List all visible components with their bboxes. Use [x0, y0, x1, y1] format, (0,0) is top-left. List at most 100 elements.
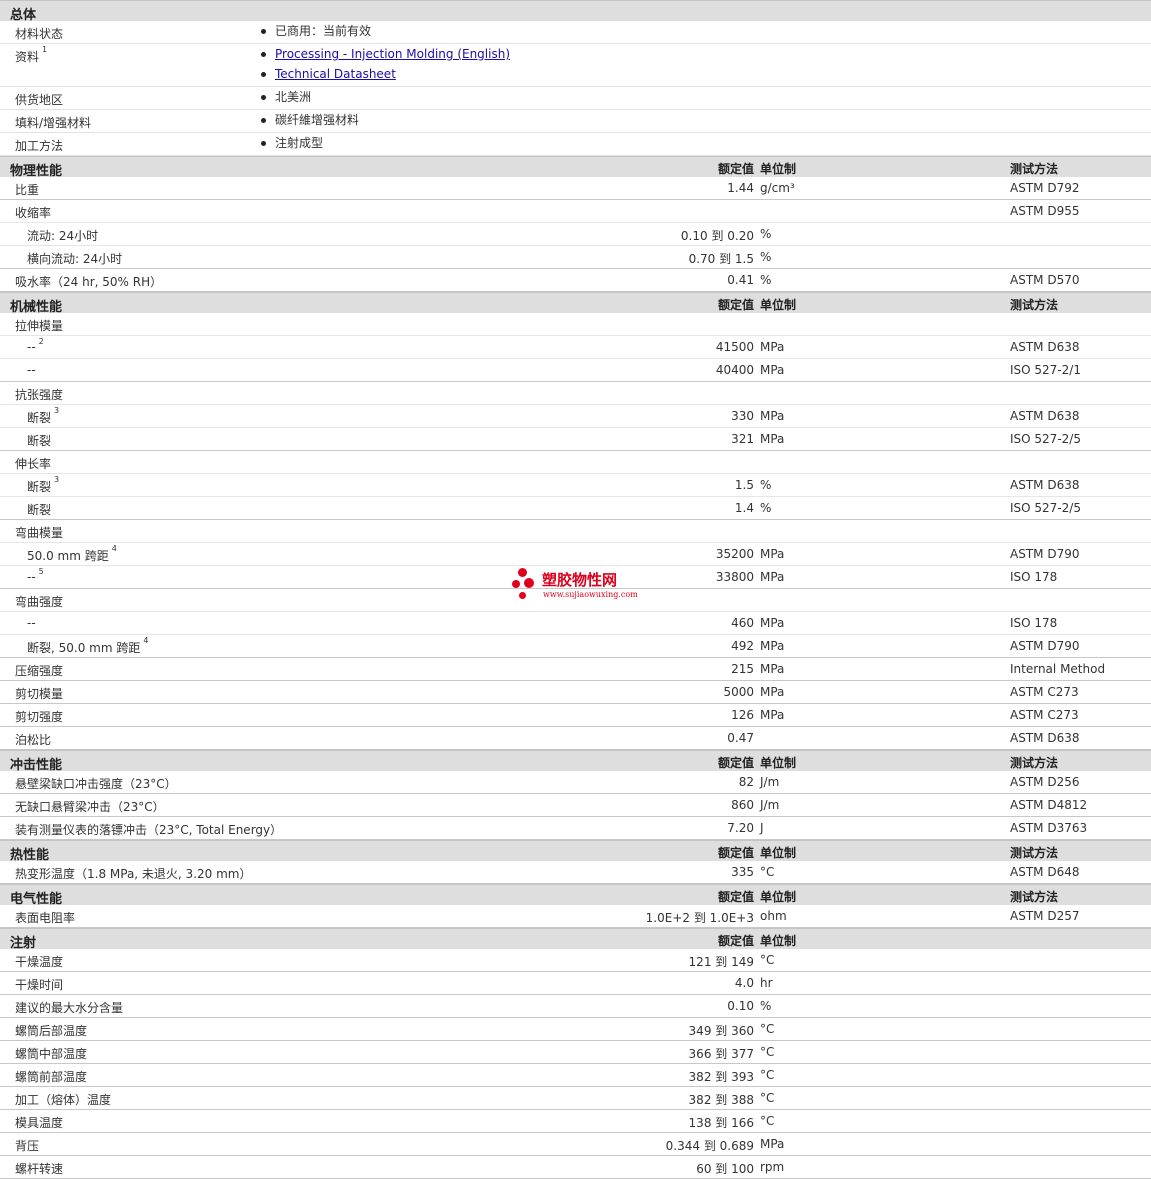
- property-value: 860: [731, 798, 754, 812]
- column-header-method: 测试方法: [1010, 756, 1059, 770]
- general-label-text: 加工方法: [15, 139, 64, 153]
- property-value: 460: [731, 616, 754, 630]
- column-header-method: 测试方法: [1010, 298, 1059, 312]
- column-header-unit: 单位制: [760, 756, 797, 770]
- column-header-unit: 单位制: [760, 298, 797, 312]
- general-label-text: 供货地区: [15, 93, 64, 107]
- property-row: -- 40400 MPa ISO 527-2/1: [0, 359, 1151, 382]
- test-method: ASTM D257: [1010, 909, 1080, 923]
- section-header: 注射 额定值 单位制: [0, 928, 1151, 951]
- property-label: 螺杆转速: [15, 1160, 63, 1177]
- property-label: 干燥时间: [15, 976, 63, 993]
- property-value: 492: [731, 639, 754, 653]
- general-values: 已商用：当前有效: [259, 21, 371, 41]
- property-label-text: 弯曲强度: [15, 595, 64, 609]
- test-method: ASTM C273: [1010, 685, 1079, 699]
- property-unit: %: [760, 478, 772, 492]
- property-unit: ohm: [760, 909, 787, 923]
- property-value: 382 到 393: [688, 1070, 754, 1084]
- property-value: 215: [731, 662, 754, 676]
- section-header: 电气性能 额定值 单位制 测试方法: [0, 884, 1151, 907]
- property-label-text: 断裂: [27, 411, 52, 425]
- test-method: ASTM D790: [1010, 547, 1080, 561]
- property-label-text: 收缩率: [15, 206, 52, 220]
- property-unit: MPa: [760, 409, 785, 423]
- property-value: 0.41: [727, 273, 754, 287]
- property-unit: °C: [760, 1091, 775, 1105]
- property-sections: 物理性能 额定值 单位制 测试方法 比重 1.44 g/cm³ ASTM D792 收缩率 AST…: [0, 156, 1151, 1179]
- property-value: 60 到 100: [696, 1162, 754, 1176]
- footnote-marker: 3: [54, 406, 60, 415]
- property-label-text: 剪切模量: [15, 687, 64, 701]
- property-unit: MPa: [760, 639, 785, 653]
- property-label-text: 泊松比: [15, 733, 52, 747]
- general-row: 资料1 Processing - Injection Molding (Engli…: [0, 44, 1151, 87]
- property-unit: MPa: [760, 340, 785, 354]
- property-value: 366 到 377: [688, 1047, 754, 1061]
- property-label: 表面电阻率: [15, 909, 75, 926]
- property-label: 建议的最大水分含量: [15, 999, 123, 1016]
- property-row: 吸水率（24 hr, 50% RH） 0.41% ASTM D570: [0, 269, 1151, 292]
- property-label-text: 无缺口悬臂梁冲击（23°C）: [15, 800, 165, 814]
- property-unit: MPa: [760, 708, 785, 722]
- document-link[interactable]: Technical Datasheet: [275, 67, 396, 81]
- property-row: 干燥温度 121 到 149 °C: [0, 949, 1151, 972]
- property-label-text: 螺筒后部温度: [15, 1024, 88, 1038]
- property-label: 螺筒中部温度: [15, 1045, 87, 1062]
- footnote-marker: 2: [38, 337, 44, 346]
- property-label-text: 断裂: [27, 434, 52, 448]
- section-header-general: 总体: [0, 0, 1151, 23]
- property-row: 加工（熔体）温度 382 到 388 °C: [0, 1087, 1151, 1110]
- document-link[interactable]: Processing - Injection Molding (English): [275, 47, 510, 61]
- property-label-text: 压缩强度: [15, 664, 64, 678]
- property-row: 螺筒中部温度 366 到 377 °C: [0, 1041, 1151, 1064]
- property-row: 剪切模量 5000 MPa ASTM C273: [0, 681, 1151, 704]
- property-label-text: 建议的最大水分含量: [15, 1001, 124, 1015]
- property-row: 拉伸模量: [0, 313, 1151, 336]
- test-method: ASTM C273: [1010, 708, 1079, 722]
- property-value: 126: [731, 708, 754, 722]
- property-unit: °C: [760, 1045, 775, 1059]
- general-value: 已商用：当前有效: [259, 21, 371, 41]
- footnote-marker: 5: [38, 567, 44, 576]
- property-unit: °C: [760, 1022, 775, 1036]
- property-unit: J/m: [760, 775, 780, 789]
- property-unit: %: [760, 501, 772, 515]
- property-unit: °C: [760, 1114, 775, 1128]
- property-label: -- 5: [27, 567, 44, 584]
- test-method: ISO 527-2/1: [1010, 363, 1081, 377]
- property-label-text: 流动: 24小时: [27, 229, 99, 243]
- property-row: 螺杆转速 60 到 100 rpm: [0, 1156, 1151, 1179]
- column-header-value: 额定值: [717, 756, 754, 770]
- general-label: 填料/增强材料: [15, 114, 91, 131]
- property-label-text: 弯曲模量: [15, 526, 64, 540]
- general-values: 北美洲: [259, 87, 311, 107]
- general-label: 资料1: [15, 45, 47, 65]
- property-label: 剪切模量: [15, 685, 63, 702]
- property-label: 吸水率（24 hr, 50% RH）: [15, 273, 162, 290]
- property-label: 弯曲模量: [15, 524, 63, 541]
- property-label: -- 2: [27, 337, 44, 354]
- property-label: 泊松比: [15, 731, 51, 748]
- property-value: 330: [731, 409, 754, 423]
- property-label-text: 模具温度: [15, 1116, 64, 1130]
- property-label-text: 表面电阻率: [15, 911, 76, 925]
- property-label: 抗张强度: [15, 386, 63, 403]
- property-unit: %: [760, 999, 772, 1013]
- property-row: 断裂 321 MPa ISO 527-2/5: [0, 428, 1151, 451]
- property-label: 背压: [15, 1137, 39, 1154]
- property-value: 33800: [715, 570, 754, 584]
- property-label: 断裂: [27, 432, 51, 449]
- property-value: 0.10 到 0.20: [680, 229, 754, 243]
- property-row: 螺筒前部温度 382 到 393 °C: [0, 1064, 1151, 1087]
- property-unit: MPa: [760, 662, 785, 676]
- property-value: 0.47: [727, 731, 754, 745]
- property-label: 干燥温度: [15, 953, 63, 970]
- test-method: Internal Method: [1010, 662, 1106, 676]
- property-row: 螺筒后部温度 349 到 360 °C: [0, 1018, 1151, 1041]
- column-header-unit: 单位制: [760, 934, 797, 948]
- property-label-text: 背压: [15, 1139, 40, 1153]
- property-value: 7.20: [727, 821, 754, 835]
- property-label: 断裂: [27, 501, 51, 518]
- property-row: 压缩强度 215 MPa Internal Method: [0, 658, 1151, 681]
